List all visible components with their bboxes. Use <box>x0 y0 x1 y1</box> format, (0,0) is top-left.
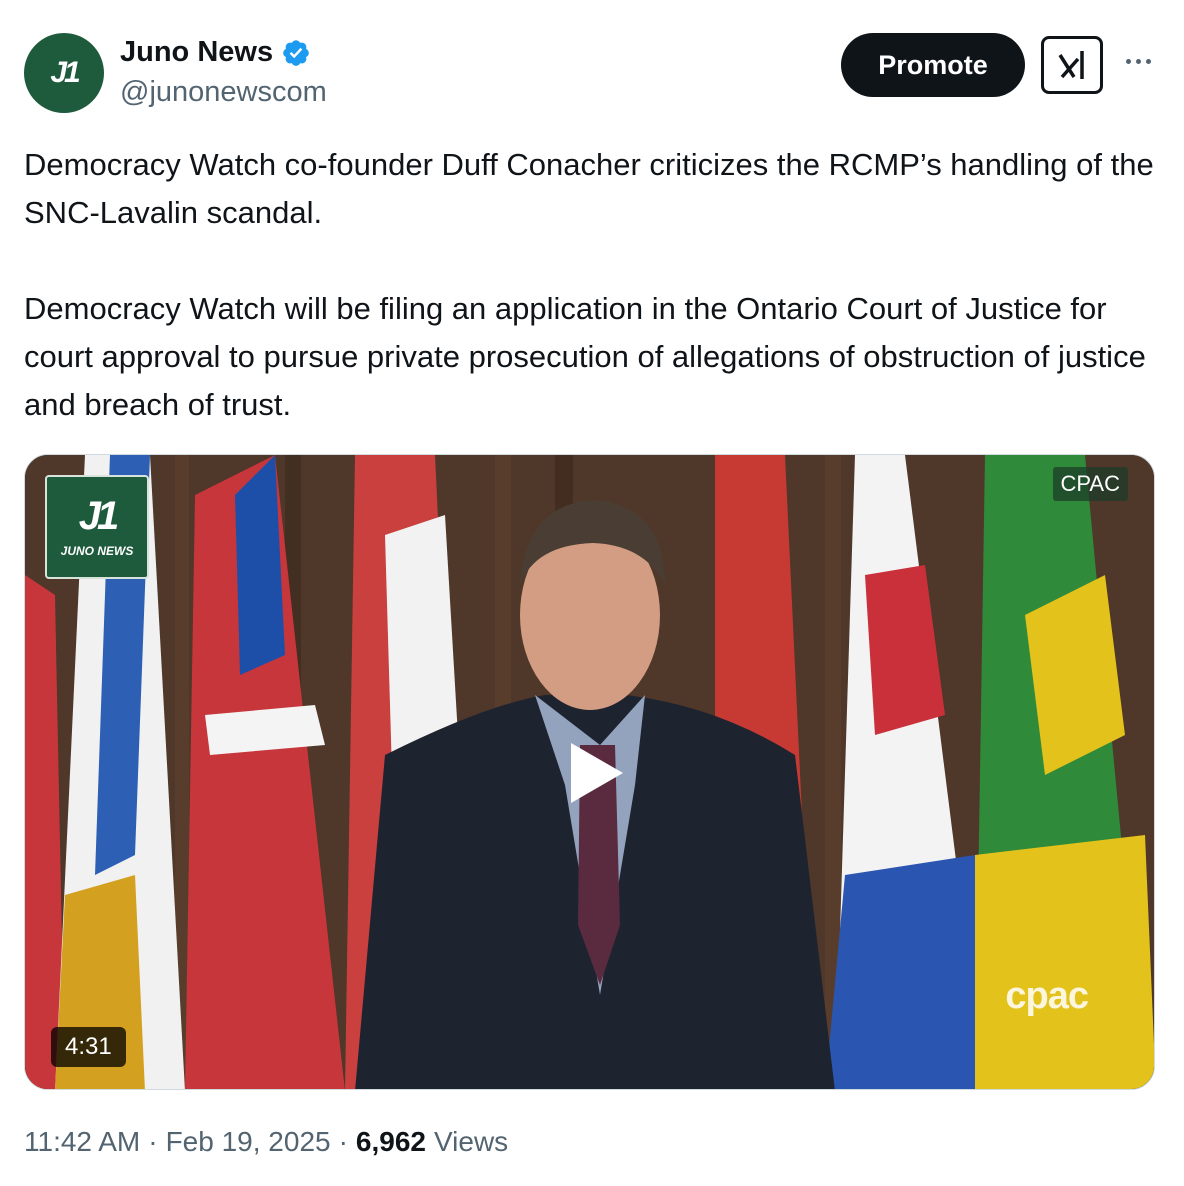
grok-button[interactable] <box>1041 36 1103 94</box>
more-icon[interactable] <box>1118 46 1158 76</box>
meta-separator: · <box>148 1126 158 1157</box>
cpac-tag: CPAC <box>1052 467 1128 501</box>
video-player[interactable]: J1 JUNO NEWS CPAC cpac 4:31 <box>24 454 1155 1090</box>
views-label: Views <box>434 1126 509 1157</box>
display-name[interactable]: Juno News <box>120 36 273 69</box>
tweet-time[interactable]: 11:42 AM <box>24 1126 140 1158</box>
video-duration: 4:31 <box>51 1027 126 1067</box>
tweet-paragraph-1: Democracy Watch co-founder Duff Conacher… <box>24 147 1154 230</box>
verified-badge-icon <box>283 39 309 66</box>
grok-icon <box>1058 51 1084 79</box>
juno-news-badge: J1 JUNO NEWS <box>45 475 149 579</box>
tweet-date[interactable]: Feb 19, 2025 <box>166 1126 331 1158</box>
play-icon[interactable] <box>557 737 629 809</box>
tweet-paragraph-2: Democracy Watch will be filing an applic… <box>24 291 1146 422</box>
meta-separator: · <box>338 1126 348 1157</box>
juno-badge-brand: JUNO NEWS <box>60 544 134 558</box>
avatar-logo: J1 <box>50 56 80 89</box>
tweet-text: Democracy Watch co-founder Duff Conacher… <box>24 141 1164 429</box>
promote-button[interactable]: Promote <box>841 33 1025 97</box>
avatar[interactable]: J1 <box>24 33 104 113</box>
handle[interactable]: @junonewscom <box>120 76 327 109</box>
name-row: Juno News <box>120 36 311 69</box>
views-count: 6,962 <box>355 1126 426 1157</box>
cpac-watermark: cpac <box>1005 975 1089 1017</box>
juno-badge-logo: J1 <box>78 494 119 538</box>
tweet-meta: 11:42 AM · Feb 19, 2025 · 6,962 Views <box>24 1126 508 1158</box>
